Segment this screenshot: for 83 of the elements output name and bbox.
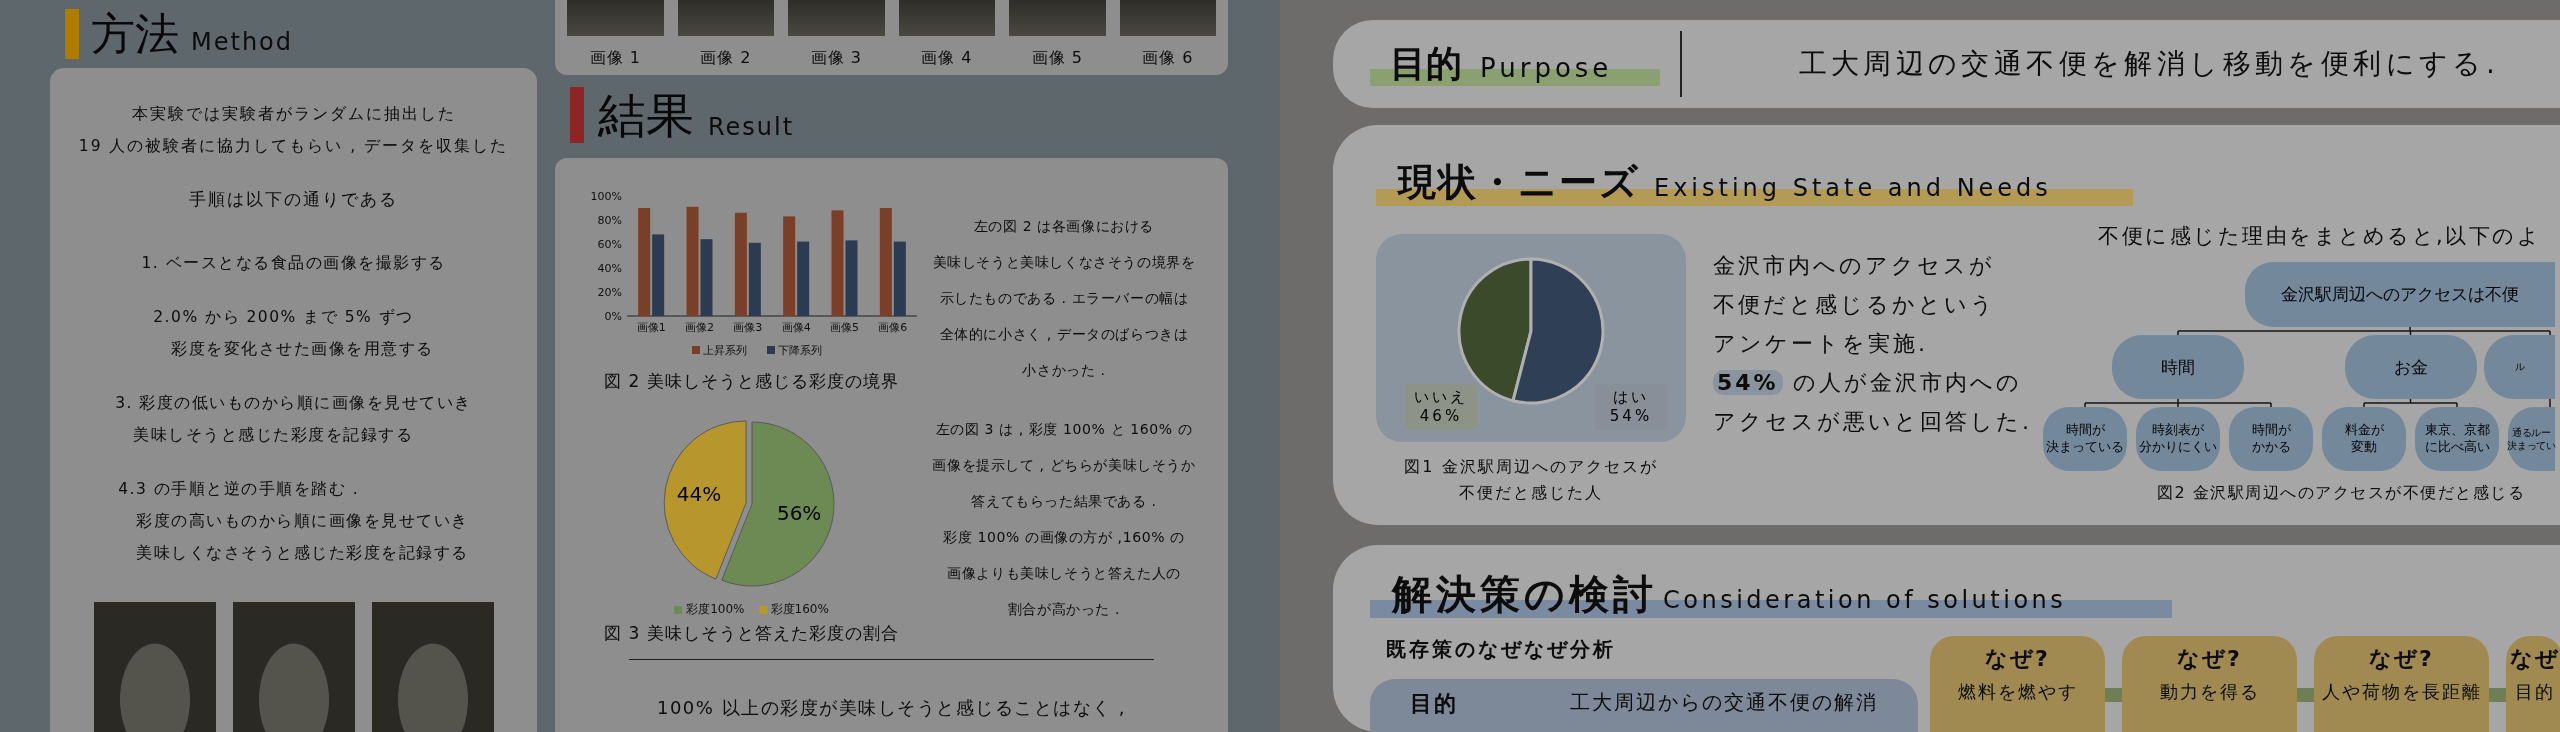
axis-tick-label: 60% bbox=[597, 238, 622, 251]
image-caption: 画像 6 bbox=[1142, 48, 1194, 69]
tree-node: 料金が 変動 bbox=[2322, 406, 2406, 471]
tree-node: 時刻表が 分かりにくい bbox=[2136, 406, 2220, 471]
tree-node: お金 bbox=[2344, 334, 2477, 399]
connector-line bbox=[2549, 397, 2551, 408]
axis-tick-label: 100% bbox=[590, 190, 622, 203]
why-text: 燃料を燃やす bbox=[1957, 680, 2078, 704]
tree-node: 通るルー 決まってい bbox=[2508, 406, 2555, 471]
figure-caption: 図 3 美味しそうと答えた彩度の割合 bbox=[604, 622, 899, 645]
axis-tick-label: 20% bbox=[597, 286, 622, 299]
section-title: 解決策の検討 bbox=[1392, 570, 1657, 618]
figure-caption: 図2 金沢駅周辺へのアクセスが不便だと感じる bbox=[2157, 482, 2527, 504]
why-title: なぜ? bbox=[2369, 645, 2434, 673]
section-title: 現状・ニーズ bbox=[1398, 160, 1640, 206]
axis-category-label: 画像6 bbox=[877, 321, 907, 334]
lead-text: 手順は以下の通りである bbox=[189, 188, 398, 211]
purpose-statement: 工大周辺の交通不便を解消し移動を便利にする. bbox=[1798, 46, 2500, 82]
axis-tick-label: 40% bbox=[597, 262, 622, 275]
image-caption: 画像 1 bbox=[589, 48, 641, 69]
image-caption: 画像 5 bbox=[1031, 48, 1083, 69]
legend-label: 下降系列 bbox=[777, 344, 822, 357]
tree-node: 時間が かかる bbox=[2229, 406, 2313, 471]
legend-label: 上昇系列 bbox=[702, 344, 747, 357]
section-subtitle: Method bbox=[191, 28, 293, 56]
image-caption: 画像 4 bbox=[921, 48, 973, 69]
axis-category-label: 画像1 bbox=[636, 321, 666, 334]
answer-label: はい bbox=[1613, 387, 1649, 407]
axis-category-label: 画像3 bbox=[732, 321, 762, 334]
section-title: 結果 bbox=[598, 91, 694, 139]
heading-accent-bar bbox=[570, 87, 584, 143]
subheading: 既存策のなぜなぜ分析 bbox=[1386, 636, 1617, 663]
section-title: 方法 bbox=[91, 12, 179, 56]
legend-swatch bbox=[674, 605, 683, 614]
answer-percent: 54% bbox=[1609, 406, 1653, 426]
image-caption: 画像 3 bbox=[810, 48, 862, 69]
section-subtitle: Result bbox=[708, 113, 795, 141]
axis-tick-label: 80% bbox=[597, 214, 622, 227]
goal-label: 目的 bbox=[1410, 690, 1458, 718]
summary-text: 不便に感じた理由をまとめると,以下のよ bbox=[2098, 222, 2543, 250]
survey-text: 金沢市内へのアクセスが 不便だと感じるかという アンケートを実施. 54% の人が金沢市内への アクセスが悪いと回答した. bbox=[1713, 251, 2033, 436]
tree-node: 時間 bbox=[2112, 334, 2244, 399]
why-title: なぜ? bbox=[2177, 645, 2242, 673]
section-title: 目的 bbox=[1390, 42, 1462, 86]
axis-category-label: 画像4 bbox=[781, 321, 811, 334]
procedure-step: 3. 彩度の低いものから順に画像を見せていき 美味しそうと感じた彩度を記録する bbox=[115, 387, 472, 451]
section-subtitle: Purpose bbox=[1480, 51, 1613, 85]
legend-label: 彩度160% bbox=[770, 601, 829, 618]
answer-percent: 46% bbox=[1419, 406, 1463, 426]
intro-text: 本実験では実験者がランダムに抽出した 19 人の被験者に協力してもらい , データを収集した bbox=[78, 104, 509, 157]
heading-accent-bar bbox=[65, 9, 79, 59]
tree-node: 金沢駅周辺へのアクセスは不便 bbox=[2245, 261, 2555, 327]
section-subtitle: Existing State and Needs bbox=[1654, 173, 2052, 204]
why-text: 人や荷物を長距離 bbox=[2321, 680, 2482, 704]
description-text: 左の図 2 は各画像における 美味しそうと美味しくなさそうの境界を 示したものである . エラーバーの幅は 全体的に小さく , データのばらつきは 小さかった . bbox=[931, 217, 1197, 380]
slice-value-label: 44% bbox=[676, 481, 721, 506]
figure-caption: 図1 金沢駅周辺へのアクセスが 不便だと感じた人 bbox=[1404, 455, 1658, 504]
answer-label: いいえ bbox=[1414, 387, 1468, 407]
connector-bar bbox=[2297, 688, 2314, 702]
why-text: 動力を得る bbox=[2159, 680, 2260, 704]
axis-category-label: 画像5 bbox=[829, 321, 859, 334]
slice-value-label: 56% bbox=[776, 501, 821, 525]
tree-node: 時間が 決まっている bbox=[2043, 406, 2127, 471]
legend-swatch bbox=[758, 605, 767, 614]
axis-tick-label: 0% bbox=[604, 310, 622, 323]
why-text: 目的 bbox=[2514, 680, 2555, 704]
axis-category-label: 画像2 bbox=[684, 321, 714, 334]
goal-text: 工大周辺からの交通不便の解消 bbox=[1570, 689, 1878, 716]
figure-caption: 図 2 美味しそうと感じる彩度の境界 bbox=[604, 370, 899, 393]
section-subtitle: Consideration of solutions bbox=[1663, 585, 2067, 617]
image-caption: 画像 2 bbox=[700, 48, 752, 69]
connector-bar bbox=[2105, 688, 2122, 702]
description-text: 左の図 3 は , 彩度 100% と 160% の 画像を提示して , どちらが美味しそうか 答えてもらった結果である . 彩度 100% の画像の方が ,160% の 画像よりも美味しそうと答えた人の 割合が高かった . bbox=[931, 420, 1197, 619]
tree-node: 東京、京都 に比べ高い bbox=[2415, 406, 2499, 471]
procedure-step: 1. ベースとなる食品の画像を撮影する bbox=[141, 247, 446, 279]
procedure-step: 4.3 の手順と逆の手順を踏む . 彩度の高いものから順に画像を見せていき 美味しくなさそうと感じた彩度を記録する bbox=[118, 473, 469, 569]
legend-label: 彩度100% bbox=[686, 601, 745, 618]
conclusion-text: 100% 以上の彩度が美味しそうと感じることはなく , bbox=[655, 696, 1128, 720]
tree-node: ル bbox=[2484, 334, 2555, 399]
procedure-step: 2.0% から 200% まで 5% ずつ 彩度を変化させた画像を用意する bbox=[153, 301, 434, 365]
connector-bar bbox=[2489, 688, 2506, 702]
why-title: なぜ bbox=[2509, 645, 2560, 673]
why-title: なぜ? bbox=[1985, 645, 2050, 673]
